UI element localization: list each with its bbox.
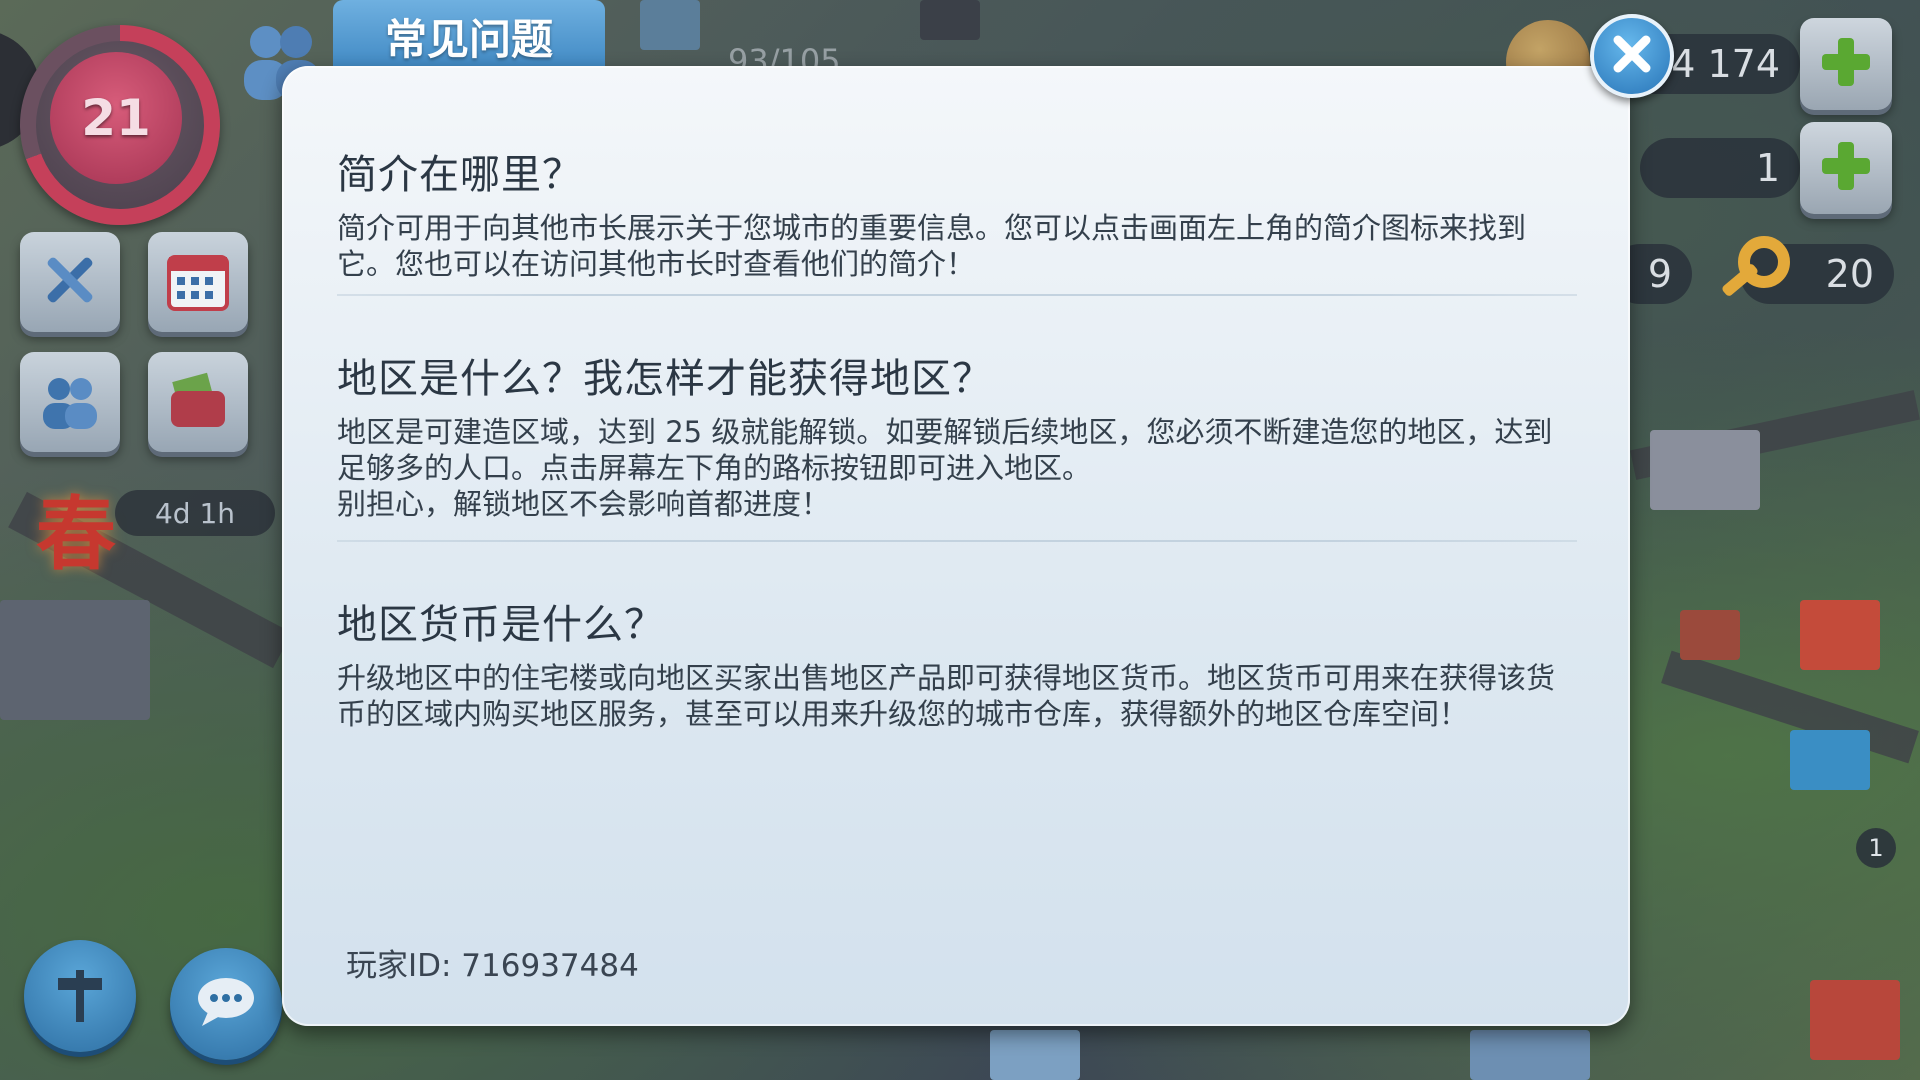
friends-button[interactable] — [20, 352, 120, 452]
faq-item: 地区货币是什么？ 升级地区中的住宅楼或向地区买家出售地区产品即可获得地区货币。地… — [337, 592, 1577, 732]
simcash-counter: 1 — [1640, 138, 1800, 198]
faq-answer: 简介可用于向其他市长展示关于您城市的重要信息。您可以点击画面左上角的简介图标来找… — [337, 211, 1527, 281]
chat-icon — [194, 974, 258, 1034]
calendar-button[interactable] — [148, 232, 248, 332]
faq-item: 简介在哪里？ 简介可用于向其他市长展示关于您城市的重要信息。您可以点击画面左上角… — [337, 142, 1577, 282]
faq-answer: 地区是可建造区域，达到 25 级就能解锁。如要解锁后续地区，您必须不断建造您的地… — [337, 415, 1553, 521]
faq-panel: 简介在哪里？ 简介可用于向其他市长展示关于您城市的重要信息。您可以点击画面左上角… — [282, 66, 1630, 1026]
calendar-icon — [163, 245, 233, 319]
tab-faq[interactable]: 常见问题 — [333, 0, 605, 72]
wallet-icon — [163, 365, 233, 439]
divider — [337, 540, 1577, 542]
faq-item: 地区是什么？我怎样才能获得地区？ 地区是可建造区域，达到 25 级就能解锁。如要… — [337, 346, 1577, 522]
event-icon[interactable]: 春 — [36, 470, 116, 586]
plus-icon — [1818, 138, 1874, 198]
faq-question: 地区是什么？我怎样才能获得地区？ — [337, 356, 993, 402]
add-simoleons-button[interactable] — [1800, 18, 1892, 110]
friends-icon — [35, 365, 105, 439]
regions-signpost-button[interactable] — [24, 940, 136, 1052]
wallet-button[interactable] — [148, 352, 248, 452]
player-id: 玩家ID: 716937484 — [346, 948, 639, 984]
faq-answer: 升级地区中的住宅楼或向地区买家出售地区产品即可获得地区货币。地区货币可用来在获得… — [337, 661, 1556, 731]
notification-badge[interactable]: 1 — [1856, 828, 1896, 868]
divider — [337, 294, 1577, 296]
chat-button[interactable] — [170, 948, 282, 1060]
close-icon — [1610, 32, 1654, 80]
level-badge: 21 — [50, 52, 182, 184]
tools-button[interactable] — [20, 232, 120, 332]
signpost-icon — [50, 964, 110, 1028]
key-icon — [1706, 232, 1796, 326]
faq-question: 地区货币是什么？ — [337, 602, 665, 648]
close-button[interactable] — [1590, 14, 1674, 98]
faq-question: 简介在哪里？ — [337, 152, 583, 198]
tools-icon — [35, 245, 105, 319]
plus-icon — [1818, 34, 1874, 94]
add-simcash-button[interactable] — [1800, 122, 1892, 214]
event-timer: 4d 1h — [115, 490, 275, 536]
